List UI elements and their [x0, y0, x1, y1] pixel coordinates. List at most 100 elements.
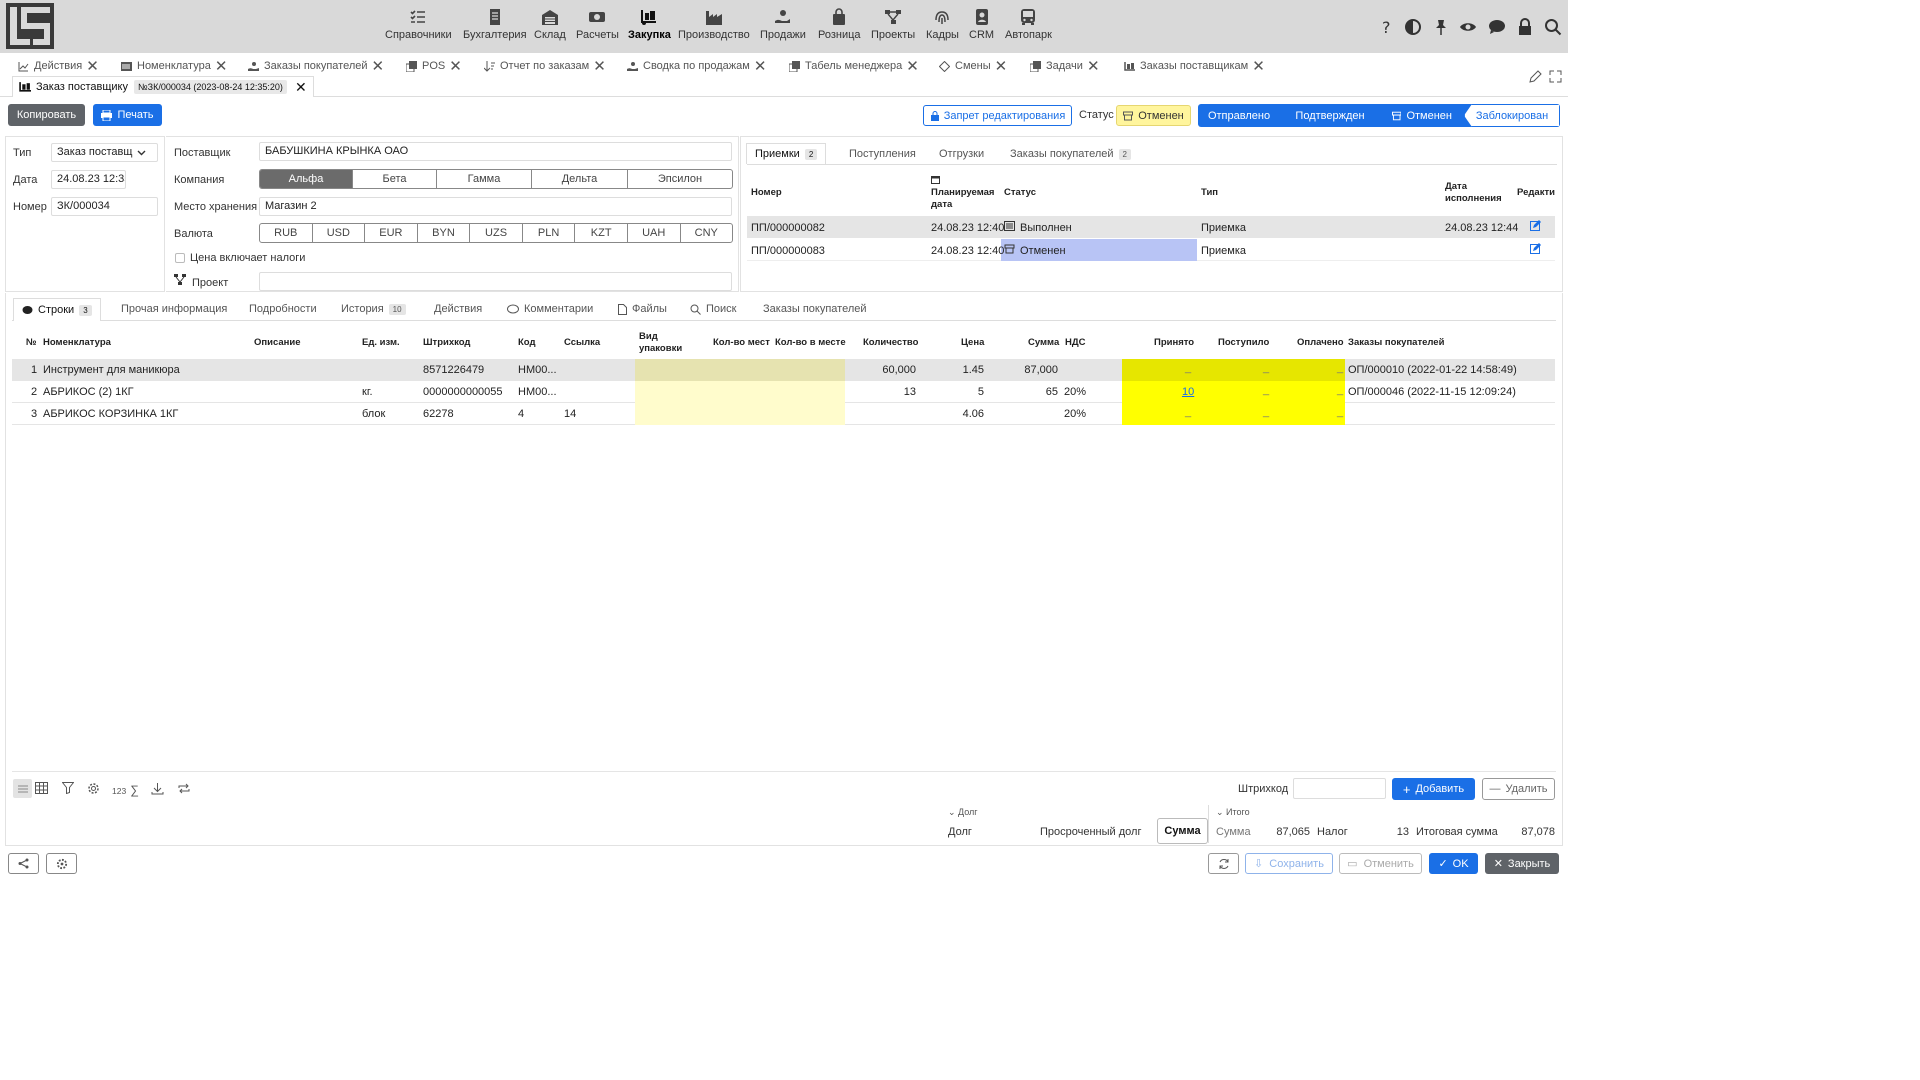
help-icon[interactable]: ?	[1378, 18, 1396, 36]
currency-option-kzt[interactable]: KZT	[575, 224, 628, 242]
project-field[interactable]	[259, 272, 732, 291]
company-option-beta[interactable]: Бета	[353, 170, 437, 188]
close-icon[interactable]: ✕	[1252, 59, 1265, 74]
close-icon[interactable]: ✕	[1087, 59, 1100, 74]
nav-roznitsa[interactable]: Розница	[818, 8, 861, 41]
col-header-vat[interactable]: НДС	[1065, 337, 1086, 349]
col-header-number[interactable]: Номер	[751, 187, 782, 199]
edit-icon[interactable]	[1530, 243, 1541, 254]
col-header-desc[interactable]: Описание	[254, 337, 301, 349]
col-header-received[interactable]: Поступило	[1218, 337, 1269, 349]
chevron-down-icon[interactable]	[137, 148, 146, 157]
tab-zakazy-pokupateley-right[interactable]: Заказы покупателей 2	[1010, 148, 1131, 160]
nav-avtopark[interactable]: Автопарк	[1005, 8, 1052, 41]
nav-proekty[interactable]: Проекты	[871, 8, 915, 41]
copy-button[interactable]: Копировать	[8, 104, 85, 126]
pin-icon[interactable]	[1432, 18, 1450, 36]
tab-pos[interactable]: POS ✕	[406, 59, 462, 74]
col-header-planned[interactable]: Планируемая дата	[931, 187, 994, 211]
search-icon[interactable]	[1544, 18, 1562, 36]
tab-stroki[interactable]: Строки 3	[13, 298, 101, 321]
list-view-button[interactable]	[13, 779, 32, 798]
tab-zakazy-postavshchikam[interactable]: Заказы поставщикам ✕	[1124, 59, 1265, 74]
col-header-item[interactable]: Номенклатура	[43, 337, 111, 349]
ok-button[interactable]: ✓ OK	[1429, 853, 1478, 874]
pencil-icon[interactable]	[1529, 70, 1542, 83]
col-header-accepted[interactable]: Принято	[1154, 337, 1194, 349]
share-button[interactable]	[8, 853, 39, 874]
col-header-places[interactable]: Кол-во мест	[713, 337, 770, 349]
total-group-toggle[interactable]: ⌄ Итого	[1216, 807, 1250, 818]
repeat-icon[interactable]	[177, 782, 191, 795]
close-icon[interactable]: ✕	[372, 59, 385, 74]
close-icon[interactable]: ✕	[995, 59, 1008, 74]
tab-fayly[interactable]: Файлы	[618, 303, 667, 315]
col-header-in-place[interactable]: Кол-во в месте	[775, 337, 846, 349]
contrast-icon[interactable]	[1404, 18, 1422, 36]
download-icon[interactable]	[151, 782, 164, 795]
close-icon[interactable]: ✕	[295, 79, 307, 96]
row-orders[interactable]: ОП/000010 (2022-01-22 14:58:49)	[1348, 364, 1517, 376]
nav-prodazhi[interactable]: Продажи	[760, 8, 806, 41]
current-document-tab[interactable]: Заказ поставщику №ЗК/000034 (2023-08-24 …	[12, 76, 314, 97]
save-button[interactable]: ⇩ Сохранить	[1245, 853, 1333, 874]
tab-postupleniya[interactable]: Поступления	[849, 148, 916, 160]
number-field[interactable]: ЗК/000034	[51, 197, 158, 216]
tab-tabel-menedzhera[interactable]: Табель менеджера ✕	[789, 59, 919, 74]
pipeline-step-cancelled[interactable]: Отменен	[1380, 104, 1464, 127]
col-header-n[interactable]: №	[26, 337, 37, 349]
gear-icon[interactable]	[87, 782, 100, 795]
pipeline-step-confirmed[interactable]: Подтвержден	[1280, 104, 1380, 127]
currency-option-byn[interactable]: BYN	[418, 224, 471, 242]
company-option-delta[interactable]: Дельта	[532, 170, 628, 188]
company-option-gamma[interactable]: Гамма	[437, 170, 532, 188]
expand-icon[interactable]	[1549, 70, 1562, 83]
table-row[interactable]	[747, 216, 1555, 238]
col-header-paid[interactable]: Оплачено	[1297, 337, 1344, 349]
col-header-sum[interactable]: Сумма	[1028, 337, 1059, 349]
col-header-pack[interactable]: Вид упаковки	[639, 331, 682, 355]
add-button[interactable]: + Добавить	[1392, 778, 1475, 800]
close-icon[interactable]: ✕	[593, 59, 606, 74]
nav-sklad[interactable]: Склад	[534, 8, 566, 41]
nav-raschety[interactable]: Расчеты	[576, 8, 619, 41]
col-header-code[interactable]: Код	[518, 337, 536, 349]
filter-icon[interactable]	[62, 782, 74, 794]
delete-button[interactable]: — Удалить	[1482, 778, 1555, 800]
close-icon[interactable]: ✕	[906, 59, 919, 74]
nav-zakupka[interactable]: Закупка	[628, 8, 671, 41]
tab-istoriya[interactable]: История 10	[341, 303, 406, 315]
col-header-type[interactable]: Тип	[1201, 187, 1218, 199]
currency-option-pln[interactable]: PLN	[523, 224, 576, 242]
settings-button[interactable]	[46, 853, 77, 874]
tab-otgruzki[interactable]: Отгрузки	[939, 148, 984, 160]
tab-otchet-po-zakazam[interactable]: Отчет по заказам ✕	[484, 59, 606, 74]
chat-icon[interactable]	[1488, 18, 1506, 36]
eye-icon[interactable]	[1459, 18, 1477, 36]
tab-zakazy-pokupateley-lower[interactable]: Заказы покупателей	[763, 303, 867, 315]
row-accepted-link[interactable]: 10	[1182, 386, 1194, 398]
status-badge[interactable]: Отменен	[1116, 105, 1191, 126]
lock-icon[interactable]	[1516, 18, 1534, 36]
currency-option-usd[interactable]: USD	[313, 224, 366, 242]
nav-kadry[interactable]: Кадры	[926, 8, 959, 41]
col-header-done[interactable]: Дата исполнения	[1445, 181, 1502, 205]
close-icon[interactable]: ✕	[754, 59, 767, 74]
table-icon[interactable]	[35, 782, 48, 794]
tab-prochaya-informatsiya[interactable]: Прочая информация	[121, 303, 227, 315]
cancel-button[interactable]: ▭ Отменить	[1339, 853, 1422, 874]
col-header-edit[interactable]: Редакти	[1517, 187, 1557, 199]
tab-deystviya-lower[interactable]: Действия	[434, 303, 482, 315]
numbers-toggle[interactable]: 123 ∑	[112, 783, 139, 797]
tax-included-checkbox[interactable]	[175, 253, 185, 263]
date-field[interactable]: 24.08.23 12:35	[51, 170, 126, 189]
company-option-epsilon[interactable]: Эпсилон	[628, 170, 732, 188]
currency-option-cny[interactable]: CNY	[681, 224, 733, 242]
close-button[interactable]: ✕ Закрыть	[1485, 853, 1559, 874]
barcode-input[interactable]	[1293, 778, 1386, 799]
currency-option-uzs[interactable]: UZS	[470, 224, 523, 242]
nav-crm[interactable]: CRM	[969, 8, 994, 41]
debt-group-toggle[interactable]: ⌄ Долг	[948, 807, 978, 818]
tab-kommentarii[interactable]: Комментарии	[507, 303, 593, 315]
col-header-price[interactable]: Цена	[961, 337, 984, 349]
